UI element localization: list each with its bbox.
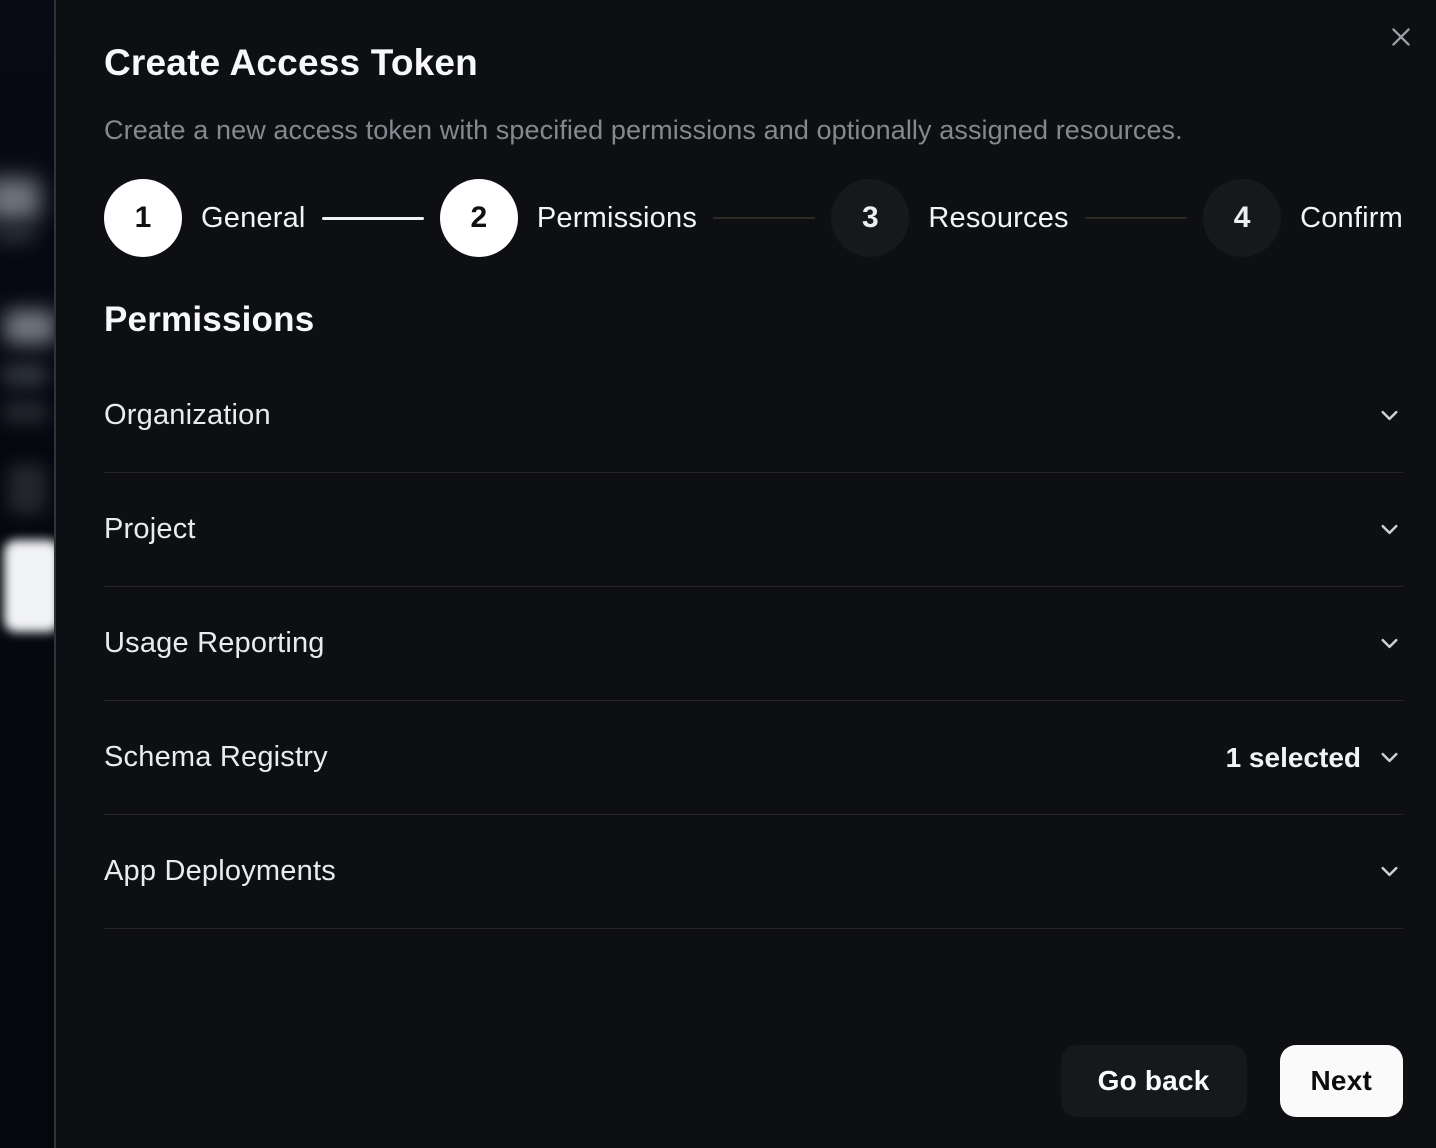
chevron-down-icon bbox=[1376, 858, 1403, 885]
chevron-down-icon bbox=[1376, 744, 1403, 771]
step-number-1: 1 bbox=[104, 179, 182, 257]
background-blur-text bbox=[0, 228, 36, 242]
chevron-down-icon bbox=[1376, 630, 1403, 657]
screen: Create Access Token Create a new access … bbox=[0, 0, 1436, 1148]
stepper: 1 General 2 Permissions 3 Resources 4 Co… bbox=[104, 179, 1403, 257]
permission-group-project[interactable]: Project bbox=[104, 473, 1403, 587]
permission-group-label: Organization bbox=[104, 399, 271, 432]
next-button[interactable]: Next bbox=[1280, 1045, 1404, 1117]
step-label-confirm: Confirm bbox=[1300, 202, 1403, 235]
permission-group-organization[interactable]: Organization bbox=[104, 359, 1403, 473]
selected-count-badge: 1 selected bbox=[1226, 742, 1361, 774]
step-number-4: 4 bbox=[1203, 179, 1281, 257]
step-label-resources: Resources bbox=[928, 202, 1068, 235]
background-blur-text bbox=[0, 178, 40, 220]
background-blur-text bbox=[2, 402, 48, 422]
step-label-general: General bbox=[201, 202, 306, 235]
permission-group-label: Project bbox=[104, 513, 196, 546]
modal-subtitle: Create a new access token with specified… bbox=[104, 114, 1403, 146]
permission-group-label: Schema Registry bbox=[104, 741, 328, 774]
step-number-3: 3 bbox=[831, 179, 909, 257]
permissions-heading: Permissions bbox=[104, 302, 1403, 337]
go-back-button[interactable]: Go back bbox=[1061, 1045, 1247, 1117]
permission-group-usage-reporting[interactable]: Usage Reporting bbox=[104, 587, 1403, 701]
background-blur-text bbox=[2, 364, 48, 386]
permission-group-app-deployments[interactable]: App Deployments bbox=[104, 815, 1403, 929]
chevron-down-icon bbox=[1376, 402, 1403, 429]
background-page bbox=[0, 0, 54, 1148]
background-blur-text bbox=[4, 310, 54, 344]
permission-groups-list: Organization Project Usage Reporting bbox=[104, 359, 1403, 929]
step-connector bbox=[322, 217, 424, 220]
close-icon[interactable] bbox=[1382, 18, 1420, 56]
step-general: 1 General bbox=[104, 179, 306, 257]
permission-group-schema-registry[interactable]: Schema Registry 1 selected bbox=[104, 701, 1403, 815]
modal-footer: Go back Next bbox=[104, 1045, 1403, 1117]
step-confirm: 4 Confirm bbox=[1203, 179, 1403, 257]
background-blur-card bbox=[4, 540, 54, 632]
permission-group-label: App Deployments bbox=[104, 855, 336, 888]
step-connector bbox=[713, 217, 815, 219]
step-number-2: 2 bbox=[440, 179, 518, 257]
create-access-token-modal: Create Access Token Create a new access … bbox=[54, 0, 1436, 1148]
modal-title: Create Access Token bbox=[104, 44, 1403, 81]
step-label-permissions: Permissions bbox=[537, 202, 697, 235]
step-connector bbox=[1085, 217, 1187, 219]
background-blur-icon bbox=[8, 464, 46, 514]
permission-group-label: Usage Reporting bbox=[104, 627, 325, 660]
chevron-down-icon bbox=[1376, 516, 1403, 543]
step-permissions: 2 Permissions bbox=[440, 179, 697, 257]
step-resources: 3 Resources bbox=[831, 179, 1068, 257]
